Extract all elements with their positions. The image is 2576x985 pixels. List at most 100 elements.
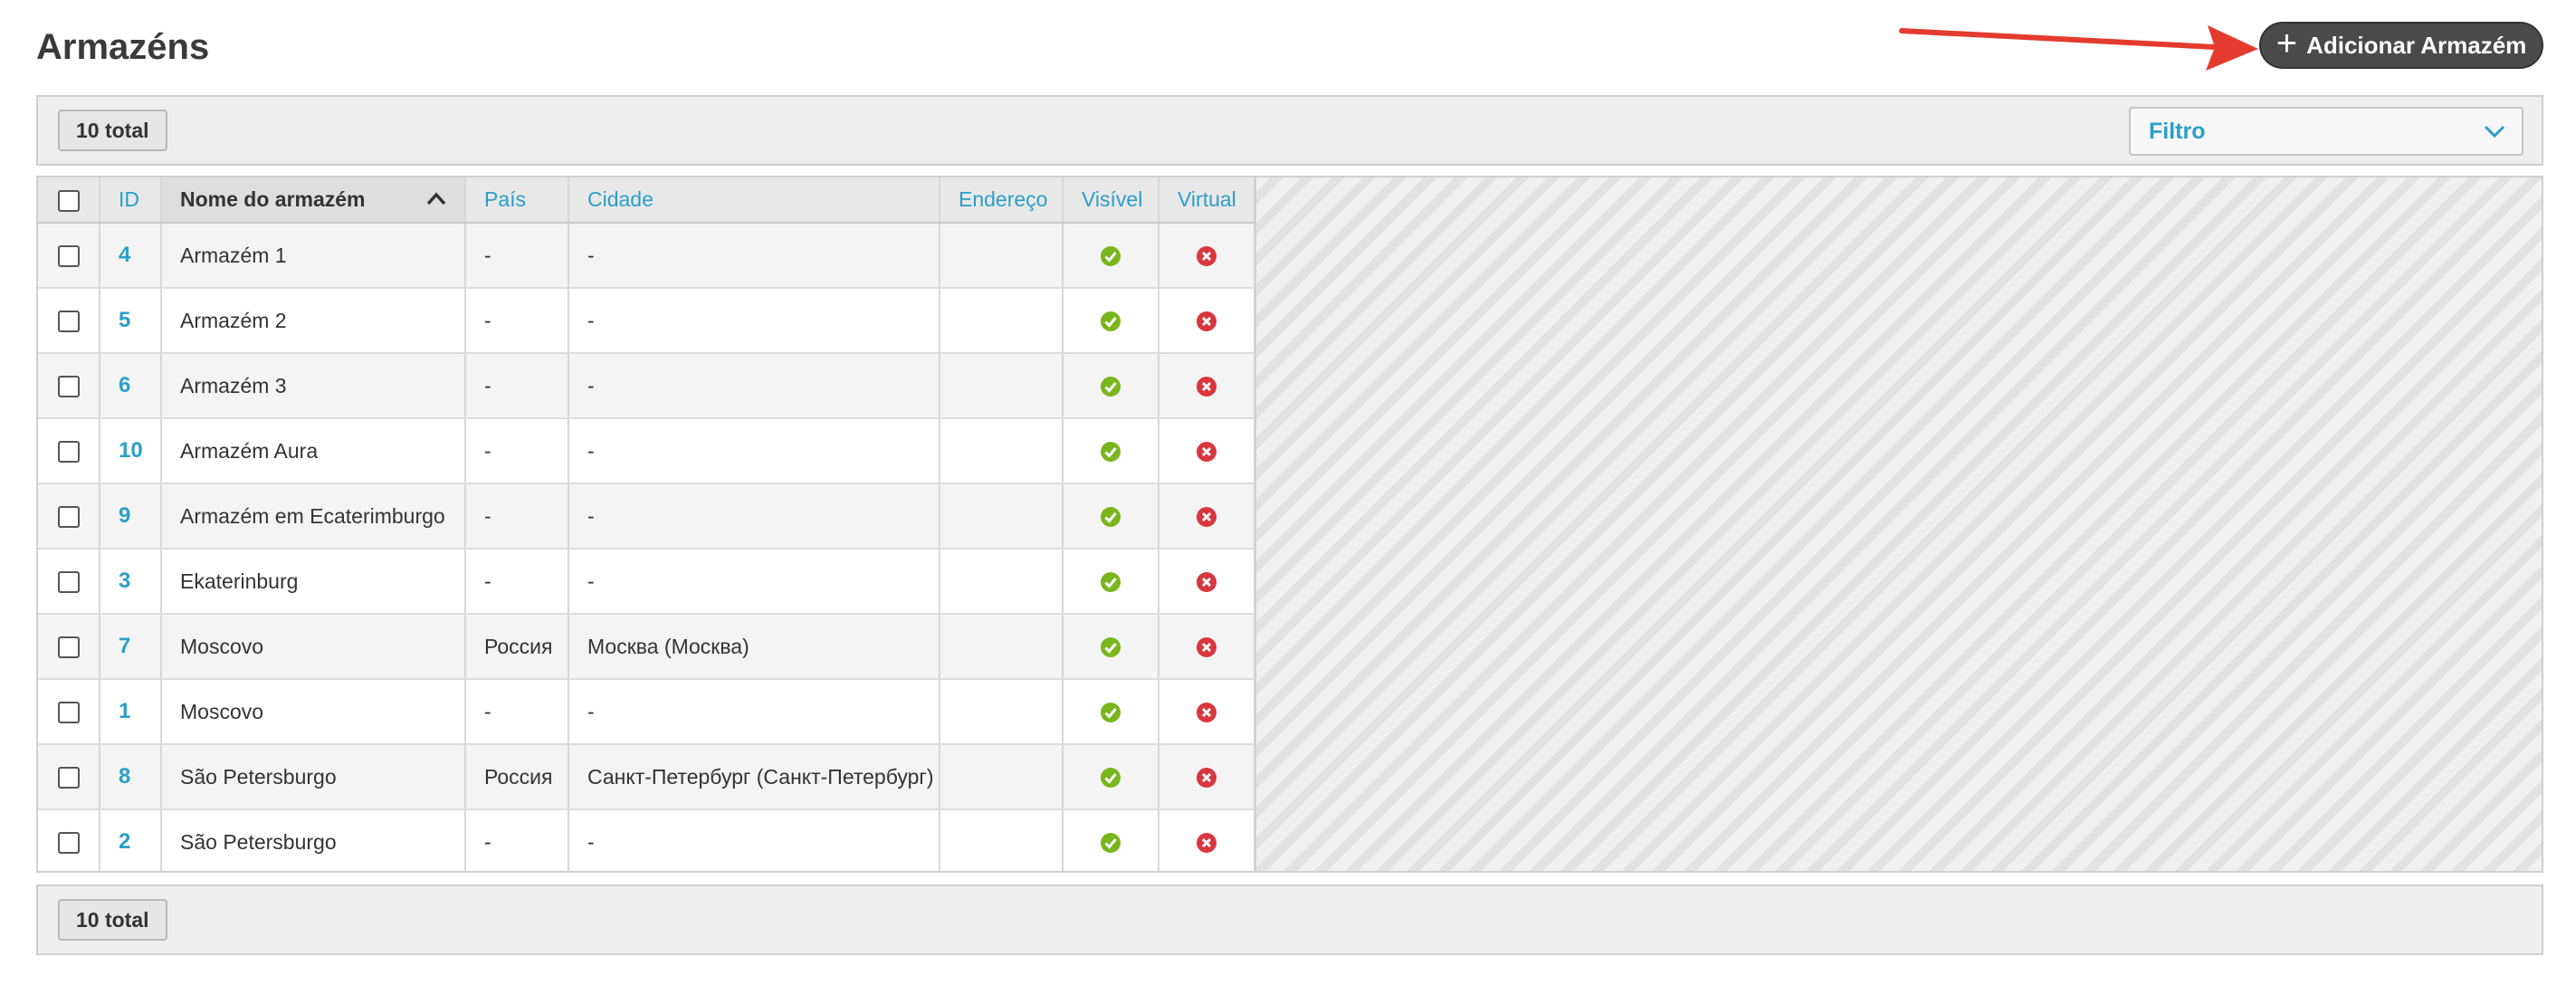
row-checkbox[interactable] <box>57 702 80 724</box>
row-virtual-toggle[interactable] <box>1159 418 1255 484</box>
row-city: - <box>568 418 940 484</box>
row-virtual-toggle[interactable] <box>1159 744 1255 810</box>
row-visible-toggle[interactable] <box>1063 223 1159 289</box>
row-warehouse-name[interactable]: Armazém 1 <box>161 223 466 289</box>
column-header-id[interactable]: ID <box>100 177 162 224</box>
table-row[interactable]: 3 Ekaterinburg - - <box>38 549 1255 615</box>
row-visible-toggle[interactable] <box>1063 809 1159 871</box>
row-warehouse-name[interactable]: Armazém em Ecaterimburgo <box>161 483 466 550</box>
total-count-badge[interactable]: 10 total <box>58 110 167 151</box>
row-warehouse-name[interactable]: Moscovo <box>161 614 466 680</box>
row-visible-toggle[interactable] <box>1063 549 1159 615</box>
row-checkbox[interactable] <box>57 636 80 659</box>
row-virtual-toggle[interactable] <box>1159 353 1255 419</box>
row-virtual-toggle[interactable] <box>1159 549 1255 615</box>
row-id-link[interactable]: 9 <box>100 483 162 550</box>
row-warehouse-name[interactable]: Ekaterinburg <box>161 549 466 615</box>
select-all-checkbox[interactable] <box>57 189 80 212</box>
x-circle-icon <box>1196 700 1217 723</box>
column-header-city[interactable]: Cidade <box>568 177 940 224</box>
row-id-link[interactable]: 1 <box>100 679 162 745</box>
row-visible-toggle[interactable] <box>1063 288 1159 354</box>
add-warehouse-button[interactable]: + Adicionar Armazém <box>2259 22 2543 69</box>
row-city: - <box>568 809 940 871</box>
column-header-country[interactable]: País <box>465 177 569 224</box>
row-visible-toggle[interactable] <box>1063 679 1159 745</box>
row-visible-toggle[interactable] <box>1063 483 1159 550</box>
row-id-link[interactable]: 4 <box>100 223 162 289</box>
check-circle-icon <box>1100 439 1121 463</box>
table-row[interactable]: 1 Moscovo - - <box>38 679 1255 745</box>
row-warehouse-name[interactable]: Armazém 3 <box>161 353 466 419</box>
total-count-badge-bottom[interactable]: 10 total <box>58 899 167 941</box>
row-id-link[interactable]: 2 <box>100 809 162 871</box>
row-checkbox[interactable] <box>57 506 80 529</box>
row-select-cell <box>38 288 100 354</box>
row-select-cell <box>38 418 100 484</box>
row-checkbox[interactable] <box>57 376 80 398</box>
row-checkbox[interactable] <box>57 311 80 333</box>
table-row[interactable]: 10 Armazém Aura - - <box>38 418 1255 484</box>
table-row[interactable]: 5 Armazém 2-- <box>38 288 1255 354</box>
row-select-cell <box>38 483 100 550</box>
row-id-link[interactable]: 8 <box>100 744 162 810</box>
row-visible-toggle[interactable] <box>1063 353 1159 419</box>
row-virtual-toggle[interactable] <box>1159 614 1255 680</box>
column-header-name[interactable]: Nome do armazém <box>161 177 466 224</box>
row-checkbox[interactable] <box>57 441 80 464</box>
column-header-virtual[interactable]: Virtual <box>1159 177 1255 224</box>
row-address <box>940 418 1064 484</box>
row-virtual-toggle[interactable] <box>1159 288 1255 354</box>
row-address <box>940 483 1064 550</box>
row-checkbox[interactable] <box>57 832 80 855</box>
row-checkbox[interactable] <box>57 571 80 594</box>
row-id-link[interactable]: 3 <box>100 549 162 615</box>
row-warehouse-name[interactable]: Armazém Aura <box>161 418 466 484</box>
table-row[interactable]: 6 Armazém 3-- <box>38 353 1255 419</box>
row-country: - <box>465 549 569 615</box>
row-warehouse-name[interactable]: São Petersburgo <box>161 744 466 810</box>
table-row[interactable]: 7 Moscovo Россия Москва (Москва) <box>38 614 1255 680</box>
row-address <box>940 744 1064 810</box>
table-row[interactable]: 8 São Petersburgo Россия Санкт-Петербург (С… <box>38 744 1255 810</box>
table-row[interactable]: 2 São Petersburgo - - <box>38 809 1255 871</box>
filter-dropdown[interactable]: Filtro <box>2129 107 2524 156</box>
plus-icon: + <box>2275 24 2298 63</box>
bottom-toolbar: 10 total <box>36 885 2543 955</box>
column-header-visible[interactable]: Visível <box>1063 177 1159 224</box>
row-country: - <box>465 679 569 745</box>
row-select-cell <box>38 744 100 810</box>
row-id-link[interactable]: 10 <box>100 418 162 484</box>
table-body: 4 Armazém 1- -5 Armazém 2- -6 Armazém 3- -10 Ar… <box>38 223 1255 871</box>
row-checkbox[interactable] <box>57 245 80 268</box>
row-id-link[interactable]: 7 <box>100 614 162 680</box>
row-id-link[interactable]: 5 <box>100 288 162 354</box>
page-title: Armazéns <box>36 27 210 67</box>
row-warehouse-name[interactable]: Armazém 2 <box>161 288 466 354</box>
row-select-cell <box>38 353 100 419</box>
x-circle-icon <box>1196 635 1217 658</box>
row-id-link[interactable]: 6 <box>100 353 162 419</box>
row-visible-toggle[interactable] <box>1063 418 1159 484</box>
check-circle-icon <box>1100 244 1121 267</box>
table-row[interactable]: 9 Armazém em Ecaterimburgo - - <box>38 483 1255 550</box>
row-country: - <box>465 353 569 419</box>
row-country: - <box>465 223 569 289</box>
row-country: - <box>465 809 569 871</box>
row-city: - <box>568 549 940 615</box>
top-toolbar: 10 total Filtro <box>36 95 2543 166</box>
row-visible-toggle[interactable] <box>1063 744 1159 810</box>
row-virtual-toggle[interactable] <box>1159 483 1255 550</box>
row-warehouse-name[interactable]: São Petersburgo <box>161 809 466 871</box>
table-row[interactable]: 4 Armazém 1-- <box>38 223 1255 289</box>
row-warehouse-name[interactable]: Moscovo <box>161 679 466 745</box>
column-header-address[interactable]: Endereço <box>940 177 1064 224</box>
row-checkbox[interactable] <box>57 767 80 789</box>
row-virtual-toggle[interactable] <box>1159 223 1255 289</box>
row-virtual-toggle[interactable] <box>1159 679 1255 745</box>
warehouse-table-container: ID Nome do armazém País Cidade Endereço … <box>36 176 2543 873</box>
row-virtual-toggle[interactable] <box>1159 809 1255 871</box>
column-header-name-label: Nome do armazém <box>180 187 366 211</box>
row-visible-toggle[interactable] <box>1063 614 1159 680</box>
check-circle-icon <box>1100 635 1121 658</box>
